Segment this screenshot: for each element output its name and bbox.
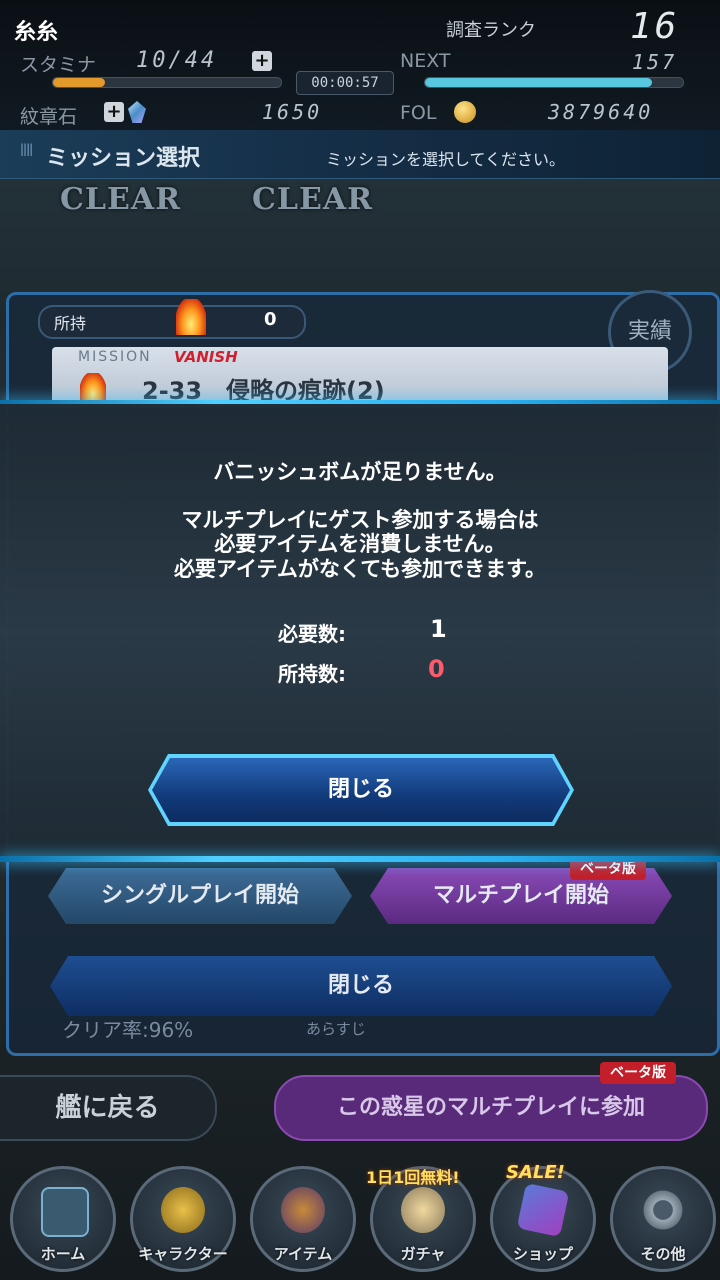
owned-label: 所持 [54,314,87,333]
required-label: 必要数: [278,622,346,646]
nav-home-label: ホーム [40,1245,86,1263]
vanish-bomb-icon [176,299,206,335]
stamina-timer: 00:00:57 [296,71,394,95]
stamina-bar [52,77,282,88]
panel-close-label: 閉じる [327,973,394,998]
mission-card[interactable]: MISSION VANISH 2-33 侵略の痕跡(2) [52,347,668,407]
beta-badge: ベータ版 [600,1062,676,1084]
owned-value: 0 [264,309,277,330]
bottom-nav: ホーム キャラクター アイテム ガチャ 1日1回無料! ショップ SALE! そ… [0,1150,720,1280]
nav-gacha-label: ガチャ [400,1245,446,1263]
dialog-line-1: バニッシュボムが足りません。 [213,460,507,484]
single-play-label: シングルプレイ開始 [100,883,299,908]
mission-select-bar: |||| ミッション選択 ミッションを選択してください。 [0,130,720,179]
clear-rate: クリア率:96% [62,1018,194,1042]
clear-stamp: CLEAR [60,182,182,217]
home-icon [41,1187,89,1237]
nav-character-label: キャラクター [138,1245,228,1263]
character-icon [161,1187,205,1233]
bar-stripes-icon: |||| [20,142,33,156]
mission-tag: MISSION [78,349,152,365]
status-header: 糸糸 調査ランク 16 スタミナ 10/44 + NEXT 157 00:00:… [0,0,720,130]
back-to-ship-button[interactable]: 艦に戻る [0,1075,217,1141]
rank-value: 16 [630,6,680,47]
clear-stamp: CLEAR [252,182,374,217]
panel-close-button[interactable]: 閉じる [50,956,672,1016]
dialog-close-label: 閉じる [327,777,394,802]
emblem-label: 紋章石 [20,106,78,128]
item-icon [281,1187,325,1233]
synopsis-link[interactable]: あらすじ [306,1018,366,1039]
nav-other[interactable]: その他 [610,1166,716,1272]
stamina-label: スタミナ [20,54,97,76]
nav-item-label: アイテム [273,1245,333,1263]
nav-item[interactable]: アイテム [250,1166,356,1272]
add-stamina-button[interactable]: + [252,51,272,71]
coin-icon [454,101,476,123]
stamina-value: 10/44 [136,48,218,73]
next-value: 157 [632,50,678,74]
join-planet-multi-button[interactable]: この惑星のマルチプレイに参加 [274,1075,708,1141]
player-name: 糸糸 [14,20,59,45]
emblem-value: 1650 [262,100,323,124]
next-label: NEXT [400,50,451,72]
fol-value: 3879640 [548,100,654,124]
single-play-button[interactable]: シングルプレイ開始 [48,868,352,924]
dialog-line-4: 必要アイテムがなくても参加できます。 [173,557,547,581]
nav-home[interactable]: ホーム [10,1166,116,1272]
owned-count-value: 0 [428,655,445,683]
emblem-gem-icon [128,101,146,123]
gear-icon [641,1187,685,1233]
fol-label: FOL [400,102,437,124]
dialog-bottom-edge [0,856,720,862]
owned-counter: 所持 0 [38,299,306,339]
rank-label: 調査ランク [446,20,536,41]
vanish-bomb-icon [80,373,106,403]
exp-bar [424,77,684,88]
sale-badge: SALE! [506,1162,565,1183]
gacha-icon [401,1187,445,1233]
vanish-tag: VANISH [174,348,238,366]
mission-select-hint: ミッションを選択してください。 [326,150,566,169]
mission-select-title: ミッション選択 [46,146,201,171]
stamina-bar-fill [53,78,106,87]
add-emblem-button[interactable]: + [104,102,124,122]
nav-shop-label: ショップ [512,1245,573,1263]
nav-character[interactable]: キャラクター [130,1166,236,1272]
owned-count-label: 所持数: [278,662,346,686]
shop-icon [516,1182,570,1238]
nav-other-label: その他 [640,1245,686,1263]
dialog-close-button[interactable]: 閉じる [152,758,570,822]
required-value: 1 [430,615,447,643]
exp-bar-fill [425,78,653,87]
free-gacha-badge: 1日1回無料! [366,1168,460,1187]
